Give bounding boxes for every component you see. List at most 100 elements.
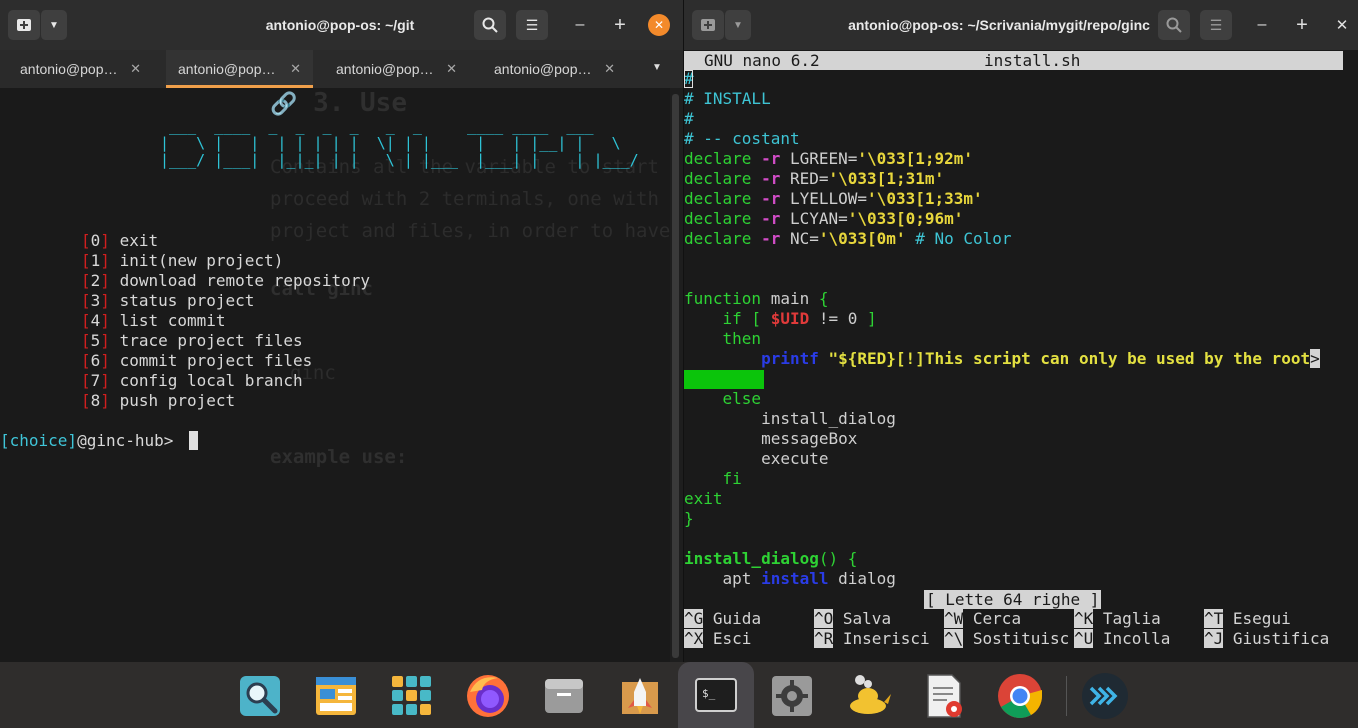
close-icon[interactable]: ✕: [446, 50, 457, 88]
code-line: function main {: [684, 289, 829, 308]
link-icon: 🔗: [270, 92, 298, 117]
text-cursor: [189, 431, 199, 450]
nano-filename: install.sh: [984, 51, 1081, 70]
code-line: install_dialog() {: [684, 549, 858, 568]
new-tab-button[interactable]: [692, 10, 724, 40]
minimize-button[interactable]: –: [1250, 13, 1274, 37]
code-line: declare -r LYELLOW='\033[1;33m': [684, 189, 983, 208]
svg-text:$_: $_: [702, 687, 716, 700]
code-line: if [ $UID != 0 ]: [684, 309, 877, 328]
minimize-button[interactable]: –: [568, 13, 592, 37]
document-viewer-icon[interactable]: [916, 668, 972, 724]
code-line: exit: [684, 489, 723, 508]
settings-icon[interactable]: [764, 668, 820, 724]
shortcut-replace: ^\ Sostituisc: [944, 629, 1070, 648]
menu-item: [5] trace project files: [81, 331, 303, 350]
menu-item: [8] push project: [81, 391, 236, 410]
editor-logo-icon[interactable]: [1077, 668, 1133, 724]
tab-3[interactable]: antonio@pop… ✕: [316, 50, 473, 88]
new-tab-icon: [701, 19, 715, 31]
menu-item: [1] init(new project): [81, 251, 284, 270]
shortcut-exit: ^X Esci: [684, 629, 752, 648]
search-icon: [1166, 17, 1182, 33]
nano-status-message: [ Lette 64 righe ]: [924, 590, 1102, 609]
left-terminal[interactable]: 🔗 3. Use Contains all the variable to st…: [0, 88, 670, 662]
hamburger-menu-button[interactable]: ☰: [516, 10, 548, 40]
code-line: # INSTALL: [684, 89, 771, 108]
nano-version: GNU nano 6.2: [704, 51, 820, 70]
file-manager-icon[interactable]: [536, 668, 592, 724]
background-doc-subheading: example use:: [270, 446, 408, 468]
genie-lamp-icon[interactable]: [840, 668, 896, 724]
chevron-down-icon: ▼: [49, 19, 59, 31]
search-app-icon[interactable]: [232, 668, 288, 724]
background-doc-heading: 🔗 3. Use: [270, 88, 407, 118]
maximize-button[interactable]: +: [608, 13, 632, 37]
menu-item: [6] commit project files: [81, 351, 313, 370]
shortcut-insert: ^R Inserisci: [814, 629, 930, 648]
shortcut-help: ^G Guida: [684, 609, 762, 628]
new-tab-icon: [17, 19, 31, 31]
background-doc-line: project and files, in order to have a fl…: [270, 220, 670, 242]
tab-label: antonio@pop…: [494, 61, 592, 77]
app-grid-icon[interactable]: [384, 668, 440, 724]
terminal-icon[interactable]: $_: [678, 662, 754, 728]
code-line: messageBox: [684, 429, 858, 448]
code-line: declare -r LGREEN='\033[1;92m': [684, 149, 973, 168]
close-icon[interactable]: ✕: [290, 50, 301, 88]
close-icon[interactable]: ✕: [130, 50, 141, 88]
window-title: antonio@pop-os: ~/Scrivania/mygit/repo/g…: [848, 17, 1150, 33]
text-cursor: [684, 70, 693, 88]
code-line: printf "${RED}[!]This script can only be…: [684, 349, 1320, 368]
tab-2[interactable]: antonio@pop… ✕: [166, 50, 313, 88]
trailing-whitespace-highlight: [684, 370, 764, 389]
menu-item: [3] status project: [81, 291, 255, 310]
background-doc-line: proceed with 2 terminals, one with ginc …: [270, 188, 670, 210]
code-line: #: [684, 109, 694, 128]
ascii-banner: ___ ____ _ _ _ _ _ _ ____ ____ ___ | \ |…: [160, 117, 639, 169]
shortcut-search: ^W Cerca: [944, 609, 1022, 628]
hamburger-menu-button[interactable]: ☰: [1200, 10, 1232, 40]
code-line: # -- costant: [684, 129, 800, 148]
menu-item: [2] download remote repository: [81, 271, 371, 290]
code-line: declare -r NC='\033[0m' # No Color: [684, 229, 1012, 248]
close-icon[interactable]: ✕: [604, 50, 615, 88]
code-line: fi: [684, 469, 742, 488]
tab-1[interactable]: antonio@pop… ✕: [0, 50, 157, 88]
search-button[interactable]: [474, 10, 506, 40]
dock-separator: [1066, 676, 1067, 716]
tab-label: antonio@pop…: [20, 61, 118, 77]
left-window-headerbar: ▼ antonio@pop-os: ~/git ☰ – + ✕: [0, 0, 683, 50]
code-line: declare -r RED='\033[1;31m': [684, 169, 945, 188]
new-tab-button[interactable]: [8, 10, 40, 40]
shell-prompt[interactable]: [choice]@ginc-hub>: [0, 431, 199, 450]
hamburger-icon: ☰: [1209, 16, 1223, 33]
tab-label: antonio@pop…: [178, 61, 276, 77]
left-scrollbar[interactable]: [672, 94, 679, 658]
right-window-headerbar: ▼ antonio@pop-os: ~/Scrivania/mygit/repo…: [684, 0, 1358, 50]
shortcut-execute: ^T Esegui: [1204, 609, 1291, 628]
shortcut-justify: ^J Giustifica: [1204, 629, 1330, 648]
dock: $_: [0, 662, 1358, 728]
files-icon[interactable]: [308, 668, 364, 724]
tab-4[interactable]: antonio@pop… ✕: [474, 50, 631, 88]
tab-menu-button[interactable]: ▼: [724, 10, 751, 40]
maximize-button[interactable]: +: [1290, 13, 1314, 37]
window-title: antonio@pop-os: ~/git: [265, 17, 415, 33]
code-line: install_dialog: [684, 409, 896, 428]
tab-overflow-button[interactable]: ▼: [652, 62, 662, 73]
hamburger-icon: ☰: [525, 16, 539, 33]
search-button[interactable]: [1158, 10, 1190, 40]
chrome-icon[interactable]: [992, 668, 1048, 724]
menu-item: [4] list commit: [81, 311, 226, 330]
nano-editor[interactable]: GNU nano 6.2 install.sh # # INSTALL # # …: [684, 50, 1358, 662]
tab-bar: antonio@pop… ✕ antonio@pop… ✕ antonio@po…: [0, 50, 683, 88]
close-button[interactable]: ✕: [1330, 13, 1354, 37]
code-line: else: [684, 389, 762, 408]
rocket-launcher-icon[interactable]: [612, 668, 668, 724]
code-line: execute: [684, 449, 829, 468]
close-button[interactable]: ✕: [648, 14, 670, 36]
search-icon: [482, 17, 498, 33]
firefox-icon[interactable]: [460, 668, 516, 724]
tab-menu-button[interactable]: ▼: [40, 10, 67, 40]
